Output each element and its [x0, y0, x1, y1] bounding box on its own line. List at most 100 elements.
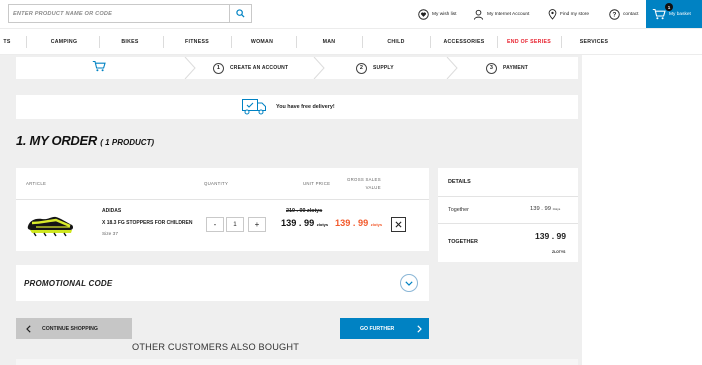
store-link[interactable]: Find my store: [548, 0, 589, 28]
nav-item-man[interactable]: MAN: [300, 29, 358, 54]
nav-item-child[interactable]: CHILD: [366, 29, 426, 54]
nav-divider: [296, 36, 297, 48]
gross-price-value: 139 . 99: [335, 218, 369, 228]
order-title: 1. MY ORDER ( 1 PRODUCT): [16, 133, 154, 148]
question-icon: ?: [609, 8, 620, 20]
basket-count-badge: 1: [665, 3, 673, 11]
nav-divider: [99, 36, 100, 48]
account-label: My Internet Account: [487, 11, 530, 17]
recommendations-strip: [16, 359, 578, 365]
step-number: 1: [213, 62, 224, 74]
details-together-amount: 139 . 99 zlotys: [530, 206, 560, 212]
search-input[interactable]: [9, 5, 229, 22]
account-link[interactable]: My Internet Account: [473, 0, 529, 28]
details-total-currency: ZLOTYS: [552, 250, 566, 254]
nav-item-services[interactable]: SERVICES: [563, 29, 625, 54]
nav-divider: [430, 36, 431, 48]
contact-link[interactable]: ? contact: [609, 0, 638, 28]
quantity-decrease-button[interactable]: -: [206, 217, 224, 232]
nav-item-fitness[interactable]: FITNESS: [168, 29, 226, 54]
column-header-unit-price: UNIT PRICE: [303, 181, 331, 186]
gross-price-currency: zlotys: [370, 222, 383, 227]
nav-item-camping[interactable]: CAMPING: [34, 29, 94, 54]
nav-item-accessories[interactable]: ACCESSORIES: [434, 29, 494, 54]
details-together-label: Together: [448, 207, 469, 213]
nav-divider: [26, 36, 27, 48]
promo-code-section[interactable]: PROMOTIONAL CODE: [16, 265, 429, 301]
heart-icon: [418, 8, 429, 20]
top-bar: My wish list My Internet Account Find my…: [0, 0, 702, 28]
main-nav: TS CAMPING BIKES FITNESS WOMAN MAN CHILD…: [0, 28, 702, 55]
step-chevron: [184, 57, 196, 79]
unit-price-value: 139 . 99: [281, 218, 315, 228]
store-label: Find my store: [560, 11, 590, 17]
details-row-together: Together 139 . 99 zlotys: [438, 197, 578, 224]
cart-icon: [652, 8, 666, 20]
step-label: SUPPLY: [373, 65, 394, 71]
chevron-right-icon: [414, 318, 424, 339]
unit-price: 139 . 99 zlotys: [281, 218, 328, 228]
details-title: DETAILS: [438, 168, 578, 197]
promo-expand-toggle[interactable]: [400, 274, 418, 292]
search-icon: [236, 9, 245, 18]
details-together-currency: zlotys: [552, 207, 561, 211]
nav-item-end-of-series[interactable]: END OF SERIES: [500, 29, 558, 54]
step-chevron: [313, 57, 325, 79]
continue-shopping-button[interactable]: CONTINUE SHOPPING: [16, 318, 132, 339]
remove-item-button[interactable]: [391, 217, 406, 232]
continue-shopping-label: CONTINUE SHOPPING: [42, 325, 98, 332]
product-image[interactable]: [26, 208, 76, 238]
order-product-count: ( 1 PRODUCT): [100, 138, 155, 147]
go-further-button[interactable]: GO FURTHER: [340, 318, 429, 339]
wishlist-link[interactable]: My wish list: [418, 0, 457, 28]
svg-text:?: ?: [613, 11, 617, 18]
nav-item-woman[interactable]: WOMAN: [232, 29, 292, 54]
nav-divider: [561, 36, 562, 48]
nav-divider: [497, 36, 498, 48]
column-header-quantity: QUANTITY: [204, 181, 229, 186]
checkout-steps: 1 CREATE AN ACCOUNT 2 SUPPLY 3 PAYMENT: [16, 57, 578, 79]
quantity-input[interactable]: [226, 217, 244, 232]
row-divider: [16, 199, 429, 200]
basket-label: My basket: [669, 11, 691, 17]
delivery-truck-icon: [242, 99, 266, 115]
close-icon: [395, 221, 402, 228]
step-label: PAYMENT: [503, 65, 529, 71]
column-header-gross-line1: GROSS SALES: [347, 177, 381, 183]
step-number: 3: [486, 62, 497, 74]
go-further-label: GO FURTHER: [360, 325, 395, 332]
user-icon: [473, 9, 484, 20]
basket-button[interactable]: 1 My basket: [646, 0, 702, 28]
chevron-down-icon: [405, 280, 413, 286]
details-total-label: TOGETHER: [448, 239, 478, 245]
gross-price: 139 . 99 zlotys: [335, 218, 382, 228]
order-title-text: 1. MY ORDER: [16, 133, 97, 148]
product-brand: ADIDAS: [102, 208, 122, 214]
nav-divider: [163, 36, 164, 48]
product-size: Size 37: [102, 232, 118, 237]
order-card: ARTICLE QUANTITY UNIT PRICE GROSS SALES …: [16, 168, 429, 251]
quantity-increase-button[interactable]: +: [248, 217, 266, 232]
step-label: CREATE AN ACCOUNT: [230, 65, 289, 71]
order-details-panel: DETAILS Together 139 . 99 zlotys TOGETHE…: [438, 168, 578, 262]
chevron-left-icon: [22, 318, 34, 339]
details-total-value: 139 . 99: [535, 231, 567, 241]
step-supply[interactable]: 2 SUPPLY: [356, 57, 394, 79]
step-chevron: [446, 57, 458, 79]
nav-item-sports[interactable]: TS: [0, 29, 14, 54]
details-together-value: 139 . 99: [530, 206, 551, 212]
old-price: 219 . 99 zlotys: [286, 208, 323, 214]
column-header-gross-line2: VALUE: [365, 184, 381, 190]
product-name[interactable]: X 18.3 FG STOPPERS FOR CHILDREN: [102, 220, 192, 226]
column-header-gross-value: GROSS SALES VALUE: [347, 168, 381, 199]
nav-item-bikes[interactable]: BIKES: [104, 29, 156, 54]
cart-step-icon[interactable]: [92, 60, 106, 72]
search-button[interactable]: [229, 5, 251, 22]
column-header-article: ARTICLE: [26, 181, 47, 186]
step-payment[interactable]: 3 PAYMENT: [486, 57, 528, 79]
step-create-account[interactable]: 1 CREATE AN ACCOUNT: [213, 57, 288, 79]
location-pin-icon: [548, 8, 557, 20]
also-bought-heading: OTHER CUSTOMERS ALSO BOUGHT: [132, 342, 300, 352]
checkout-area: 1 CREATE AN ACCOUNT 2 SUPPLY 3 PAYMENT Y…: [0, 55, 702, 365]
wishlist-label: My wish list: [432, 11, 457, 17]
